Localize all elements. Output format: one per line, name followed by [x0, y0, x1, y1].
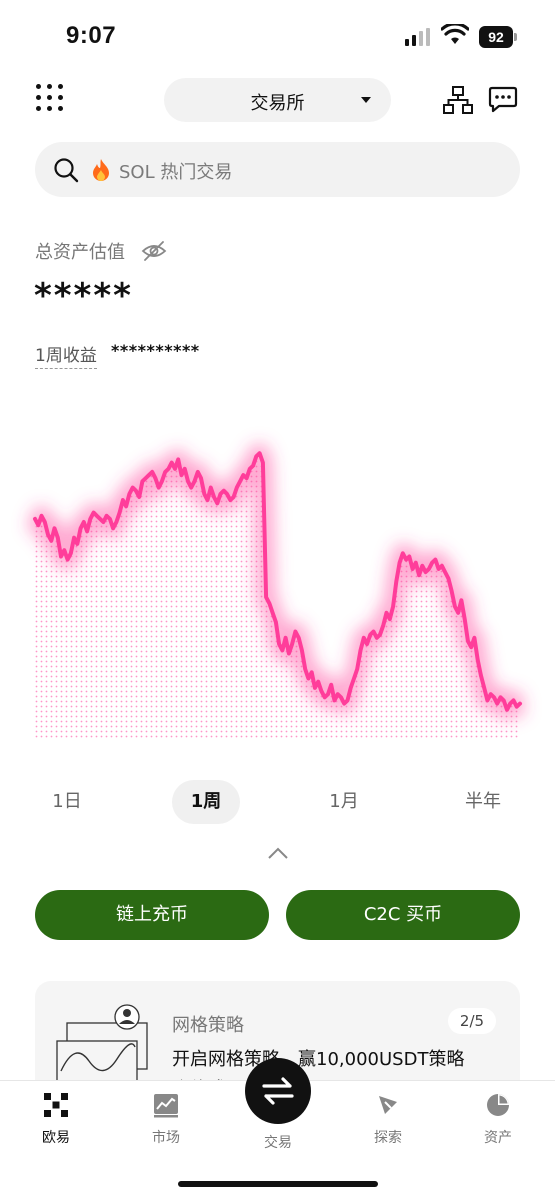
- swap-arrows-icon: [262, 1077, 294, 1105]
- card-description: 开启网格策略，赢10,000USDT策略: [172, 1049, 465, 1070]
- period-1m[interactable]: 1月: [309, 780, 379, 824]
- period-selector: 1日 1周 1月 半年: [0, 780, 555, 824]
- search-placeholder: SOL 热门交易: [119, 162, 233, 183]
- message-icon[interactable]: [488, 84, 518, 114]
- period-6m[interactable]: 半年: [448, 780, 518, 824]
- card-page-badge: 2/5: [448, 1008, 496, 1034]
- tab-market-label: 市场: [152, 1130, 180, 1146]
- total-assets-label: 总资产估值: [35, 242, 125, 263]
- search-bar[interactable]: SOL 热门交易: [35, 142, 520, 197]
- cellular-signal-icon: [405, 28, 431, 46]
- fire-icon: [93, 159, 109, 181]
- chevron-up-icon[interactable]: [267, 845, 289, 861]
- okx-logo-icon: [44, 1093, 68, 1117]
- exchange-mode-select[interactable]: 交易所: [164, 78, 391, 122]
- trade-fab-button[interactable]: [245, 1058, 311, 1124]
- onchain-deposit-button[interactable]: 链上充币: [35, 890, 269, 940]
- sub-account-icon[interactable]: [443, 86, 473, 114]
- tab-market[interactable]: 市场: [126, 1091, 206, 1147]
- c2c-buy-button[interactable]: C2C 买币: [286, 890, 520, 940]
- home-indicator: [178, 1181, 378, 1187]
- caret-down-icon: [361, 97, 371, 103]
- search-icon: [54, 158, 79, 183]
- total-assets-value: *****: [34, 276, 133, 316]
- tab-explore[interactable]: 探索: [348, 1091, 428, 1147]
- card-title: 网格策略: [172, 1015, 244, 1036]
- top-bar: 交易所: [0, 76, 555, 124]
- pnl-chart[interactable]: [0, 380, 555, 760]
- period-1w[interactable]: 1周: [172, 780, 240, 824]
- week-pnl-label[interactable]: 1周收益: [35, 341, 97, 369]
- period-1d[interactable]: 1日: [32, 780, 102, 824]
- wifi-icon: [441, 24, 469, 44]
- tab-assets-label: 资产: [484, 1130, 512, 1146]
- battery-level: 92: [479, 26, 513, 48]
- tab-explore-label: 探索: [374, 1130, 402, 1146]
- tab-okx[interactable]: 欧易: [16, 1091, 96, 1147]
- tab-okx-label: 欧易: [42, 1130, 70, 1146]
- market-chart-icon: [154, 1094, 178, 1118]
- grid-menu-icon[interactable]: [36, 84, 66, 114]
- week-pnl-value: **********: [111, 341, 200, 360]
- exchange-mode-label: 交易所: [250, 93, 305, 114]
- tab-trade-label[interactable]: 交易: [238, 1132, 318, 1152]
- compass-icon: [379, 1096, 397, 1114]
- pie-chart-icon: [487, 1094, 509, 1116]
- status-time: 9:07: [66, 22, 117, 49]
- status-bar: 9:07 92: [0, 0, 555, 72]
- hide-balance-icon[interactable]: [141, 239, 167, 263]
- battery-icon: 92: [479, 26, 519, 48]
- tab-assets[interactable]: 资产: [458, 1091, 538, 1147]
